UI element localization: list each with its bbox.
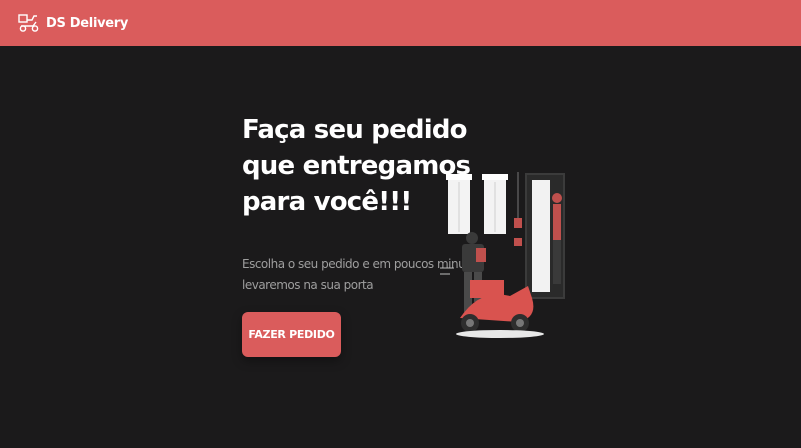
hero-subtitle: Escolha o seu pedido e em poucos minutos…	[242, 254, 483, 296]
hero-title-line: que entregamos	[242, 151, 471, 181]
place-order-button[interactable]: FAZER PEDIDO	[242, 312, 341, 357]
hero-text: Faça seu pedido que entregamos para você…	[242, 112, 471, 220]
hero-subtitle-line: Escolha o seu pedido e em poucos minutos	[242, 257, 483, 271]
hero-subtitle-line: levaremos na sua porta	[242, 278, 374, 292]
brand-name: DS Delivery	[46, 15, 129, 31]
navbar: DS Delivery	[0, 0, 801, 46]
home-link[interactable]: DS Delivery	[18, 13, 128, 33]
hero-title-line: para você!!!	[242, 187, 412, 217]
delivery-person-scooter-illustration	[440, 172, 565, 338]
hero-title: Faça seu pedido que entregamos para você…	[242, 112, 471, 220]
delivery-scooter-icon	[18, 14, 39, 32]
hero-title-line: Faça seu pedido	[242, 115, 468, 145]
